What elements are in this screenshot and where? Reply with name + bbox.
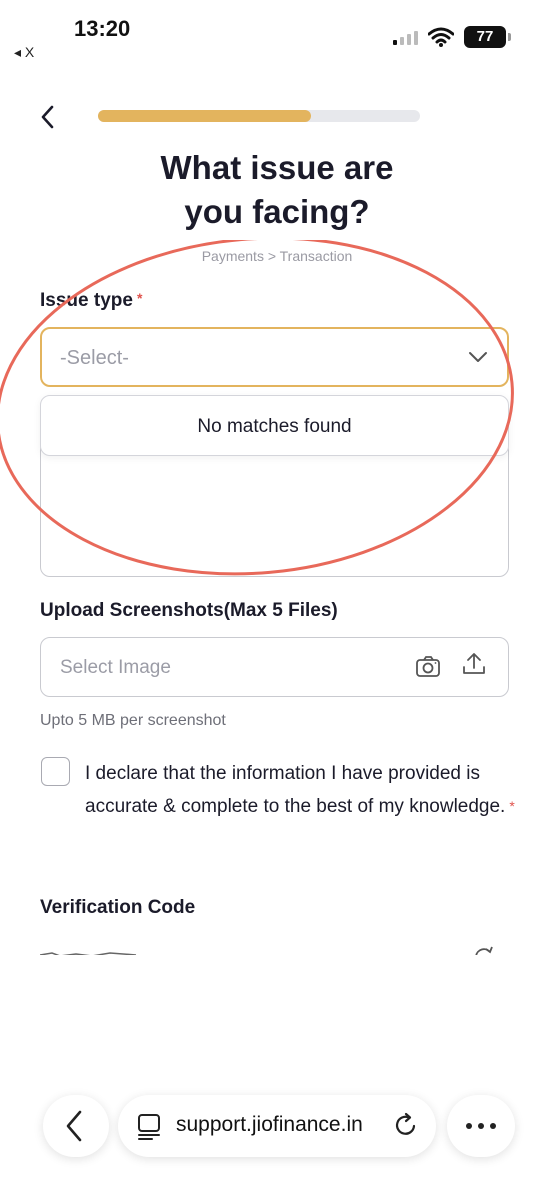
progress-bar [98,110,420,122]
wifi-icon [428,27,454,47]
required-mark: * [136,290,143,306]
chevron-left-icon[interactable] [36,102,60,132]
verification-code-label: Verification Code [40,897,196,918]
page-title: What issue are you facing? [0,146,554,234]
dropdown-empty-message: No matches found [197,416,352,437]
issue-type-dropdown: No matches found [40,395,509,456]
declaration-text: I declare that the information I have pr… [85,757,515,823]
url-text: support.jiofinance.in [176,1113,363,1136]
upload-placeholder: Select Image [60,657,171,678]
more-icon [466,1123,496,1129]
chevron-down-icon [469,352,487,362]
camera-icon[interactable] [414,652,442,680]
upload-hint: Upto 5 MB per screenshot [40,712,226,729]
back-to-app-link[interactable]: ◂ X [14,44,34,61]
page-icon [138,1114,160,1140]
page-title-line-2: you facing? [184,193,370,230]
address-bar[interactable]: support.jiofinance.in [118,1095,436,1157]
breadcrumb: Payments > Transaction [201,248,353,264]
page-bottom-fade [0,955,554,1200]
more-options-button[interactable] [447,1095,515,1157]
upload-field[interactable]: Select Image [40,637,509,697]
chevron-left-icon [66,1110,82,1142]
issue-type-select[interactable]: -Select- [40,327,509,387]
reload-icon[interactable] [392,1111,420,1139]
page-title-line-1: What issue are [160,149,394,186]
upload-icon[interactable] [460,650,488,678]
issue-type-label-text: Issue type [40,290,133,311]
browser-back-button[interactable] [43,1095,109,1157]
issue-type-value: -Select- [60,347,129,369]
signal-icon [393,29,418,45]
upload-label: Upload Screenshots(Max 5 Files) [40,600,338,621]
progress-fill [98,110,311,122]
declaration-checkbox[interactable] [41,757,70,786]
required-mark: * [509,798,515,814]
status-indicators: 77 [393,26,511,48]
description-textarea[interactable] [40,440,509,577]
status-time: 13:20 [74,16,131,41]
issue-type-label: Issue type * [40,290,142,312]
battery-indicator: 77 [464,26,511,48]
declaration-label: I declare that the information I have pr… [85,763,506,817]
